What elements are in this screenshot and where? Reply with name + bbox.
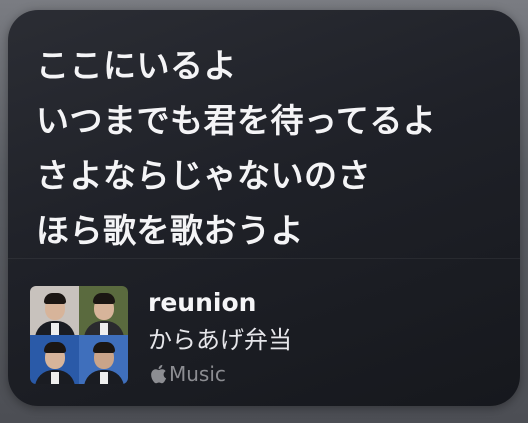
apple-logo-icon [151,364,167,384]
artwork-portrait [79,286,128,335]
lyric-line: さよならじゃないのさ [36,156,371,195]
artwork-portrait [30,335,79,384]
lyrics-share-card: ここにいるよ いつまでも君を待ってるよ さよならじゃないのさ ほら歌を歌おうよ … [8,10,520,406]
apple-music-badge: Music [149,362,226,386]
artist-name[interactable]: からあげ弁当 [148,325,292,355]
service-label: Music [169,362,226,386]
lyric-line: ほら歌を歌おうよ [36,211,304,250]
artwork-portrait [79,335,128,384]
artwork-portrait [30,286,79,335]
lyric-line: いつまでも君を待ってるよ [36,101,437,140]
lyric-line: ここにいるよ [36,46,237,85]
divider [8,258,520,259]
song-title[interactable]: reunion [148,288,256,318]
album-artwork[interactable] [30,286,128,384]
lyrics-block: ここにいるよ いつまでも君を待ってるよ さよならじゃないのさ ほら歌を歌おうよ [36,38,506,258]
